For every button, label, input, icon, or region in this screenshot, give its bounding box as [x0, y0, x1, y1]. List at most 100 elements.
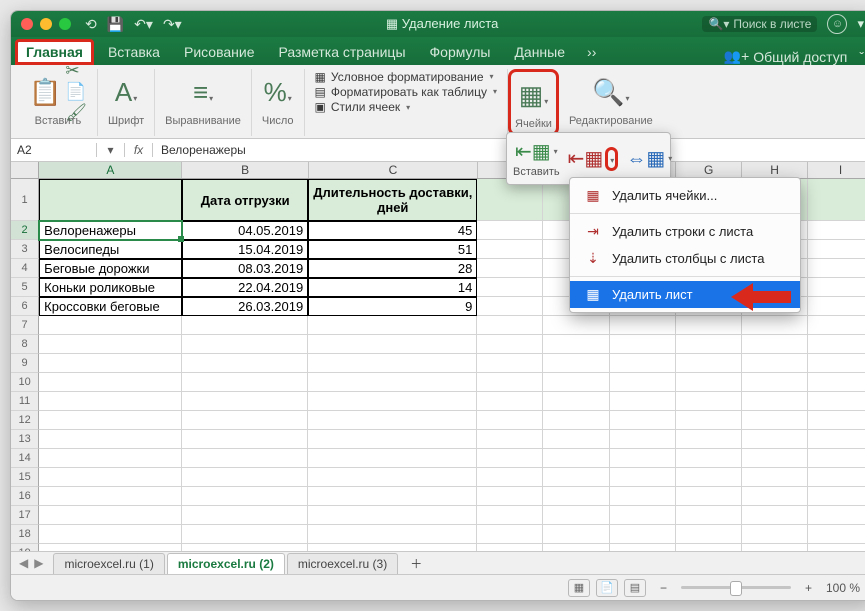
- cell[interactable]: [477, 221, 543, 240]
- cell[interactable]: 28: [308, 259, 477, 278]
- cell[interactable]: [308, 525, 477, 544]
- cell[interactable]: [477, 278, 543, 297]
- cell[interactable]: [182, 487, 308, 506]
- cell[interactable]: [808, 278, 865, 297]
- find-icon[interactable]: 🔍▾: [592, 77, 629, 108]
- format-cells-icon[interactable]: ⇔▦: [626, 146, 665, 171]
- cell[interactable]: [543, 354, 609, 373]
- cell[interactable]: [610, 430, 676, 449]
- cell[interactable]: [676, 487, 742, 506]
- cell[interactable]: [610, 449, 676, 468]
- view-normal[interactable]: ▦: [568, 579, 590, 597]
- cell[interactable]: Дата отгрузки: [182, 179, 308, 221]
- row-header[interactable]: 9: [11, 354, 39, 373]
- row-header[interactable]: 5: [11, 278, 39, 297]
- autosave-icon[interactable]: ⟲: [85, 16, 97, 33]
- feedback-icon[interactable]: ☺: [827, 14, 847, 34]
- cell[interactable]: [543, 373, 609, 392]
- cell[interactable]: [610, 525, 676, 544]
- cell[interactable]: [808, 240, 865, 259]
- cell[interactable]: [676, 335, 742, 354]
- cell[interactable]: [182, 411, 308, 430]
- cell[interactable]: [39, 411, 182, 430]
- cell[interactable]: [477, 179, 543, 221]
- cell[interactable]: [808, 449, 865, 468]
- save-icon[interactable]: 💾: [107, 16, 124, 33]
- fx-button[interactable]: fx: [125, 143, 153, 157]
- cell[interactable]: [543, 430, 609, 449]
- cell[interactable]: [308, 430, 477, 449]
- cell[interactable]: [477, 525, 543, 544]
- cell[interactable]: [182, 392, 308, 411]
- cell[interactable]: [477, 354, 543, 373]
- cell[interactable]: [477, 487, 543, 506]
- cell[interactable]: [742, 335, 808, 354]
- cell[interactable]: [676, 354, 742, 373]
- cell[interactable]: [39, 449, 182, 468]
- cell[interactable]: 51: [308, 240, 477, 259]
- cell[interactable]: [808, 411, 865, 430]
- cell[interactable]: [610, 335, 676, 354]
- cell[interactable]: [610, 506, 676, 525]
- tab-insert[interactable]: Вставка: [98, 39, 170, 65]
- cell[interactable]: 15.04.2019: [182, 240, 308, 259]
- cell[interactable]: [676, 373, 742, 392]
- close-window[interactable]: [21, 18, 33, 30]
- row-header[interactable]: 6: [11, 297, 39, 316]
- row-header[interactable]: 4: [11, 259, 39, 278]
- zoom-window[interactable]: [59, 18, 71, 30]
- row-header[interactable]: 3: [11, 240, 39, 259]
- cell[interactable]: [39, 468, 182, 487]
- col-header[interactable]: G: [676, 162, 742, 178]
- cell[interactable]: [39, 544, 182, 551]
- row-header[interactable]: 2: [11, 221, 39, 240]
- zoom-slider[interactable]: [681, 586, 791, 589]
- cell[interactable]: [808, 297, 865, 316]
- cell[interactable]: [742, 525, 808, 544]
- tab-data[interactable]: Данные: [504, 39, 575, 65]
- cell[interactable]: [543, 392, 609, 411]
- cell[interactable]: [742, 316, 808, 335]
- cell[interactable]: [39, 392, 182, 411]
- cell[interactable]: [808, 335, 865, 354]
- cell-styles[interactable]: ▣Стили ячеек▾: [315, 100, 498, 115]
- cell[interactable]: [182, 449, 308, 468]
- cell[interactable]: [543, 544, 609, 551]
- cell[interactable]: [182, 544, 308, 551]
- cell[interactable]: Велоренажеры: [39, 221, 182, 240]
- cell[interactable]: [477, 316, 543, 335]
- insert-dropdown-arrow[interactable]: ▾: [554, 147, 558, 156]
- cell[interactable]: [182, 468, 308, 487]
- menu-delete-rows[interactable]: ⇥ Удалить строки с листа: [570, 218, 800, 245]
- conditional-formatting[interactable]: ▦Условное форматирование▾: [315, 69, 498, 84]
- cell[interactable]: [808, 525, 865, 544]
- zoom-value[interactable]: 100 %: [826, 581, 860, 595]
- cell[interactable]: [182, 335, 308, 354]
- cell[interactable]: [610, 411, 676, 430]
- cell[interactable]: [477, 544, 543, 551]
- cell[interactable]: [676, 392, 742, 411]
- row-header[interactable]: 13: [11, 430, 39, 449]
- row-header[interactable]: 16: [11, 487, 39, 506]
- cell[interactable]: [477, 259, 543, 278]
- menu-delete-cols[interactable]: ⇣ Удалить столбцы с листа: [570, 245, 800, 272]
- cell[interactable]: [808, 179, 865, 221]
- row-header[interactable]: 14: [11, 449, 39, 468]
- cell[interactable]: [308, 354, 477, 373]
- cell[interactable]: [543, 449, 609, 468]
- cell[interactable]: [742, 468, 808, 487]
- cell[interactable]: [477, 373, 543, 392]
- cell[interactable]: [477, 449, 543, 468]
- cell[interactable]: 08.03.2019: [182, 259, 308, 278]
- clipboard-icon[interactable]: 📋: [29, 77, 61, 108]
- cell[interactable]: 14: [308, 278, 477, 297]
- cell[interactable]: [676, 468, 742, 487]
- cell[interactable]: Коньки роликовые: [39, 278, 182, 297]
- cell[interactable]: [477, 240, 543, 259]
- cell[interactable]: [742, 392, 808, 411]
- cell[interactable]: [742, 411, 808, 430]
- cell[interactable]: [308, 468, 477, 487]
- tab-layout[interactable]: Разметка страницы: [269, 39, 416, 65]
- cell[interactable]: [808, 468, 865, 487]
- cell[interactable]: Длительность доставки, дней: [308, 179, 477, 221]
